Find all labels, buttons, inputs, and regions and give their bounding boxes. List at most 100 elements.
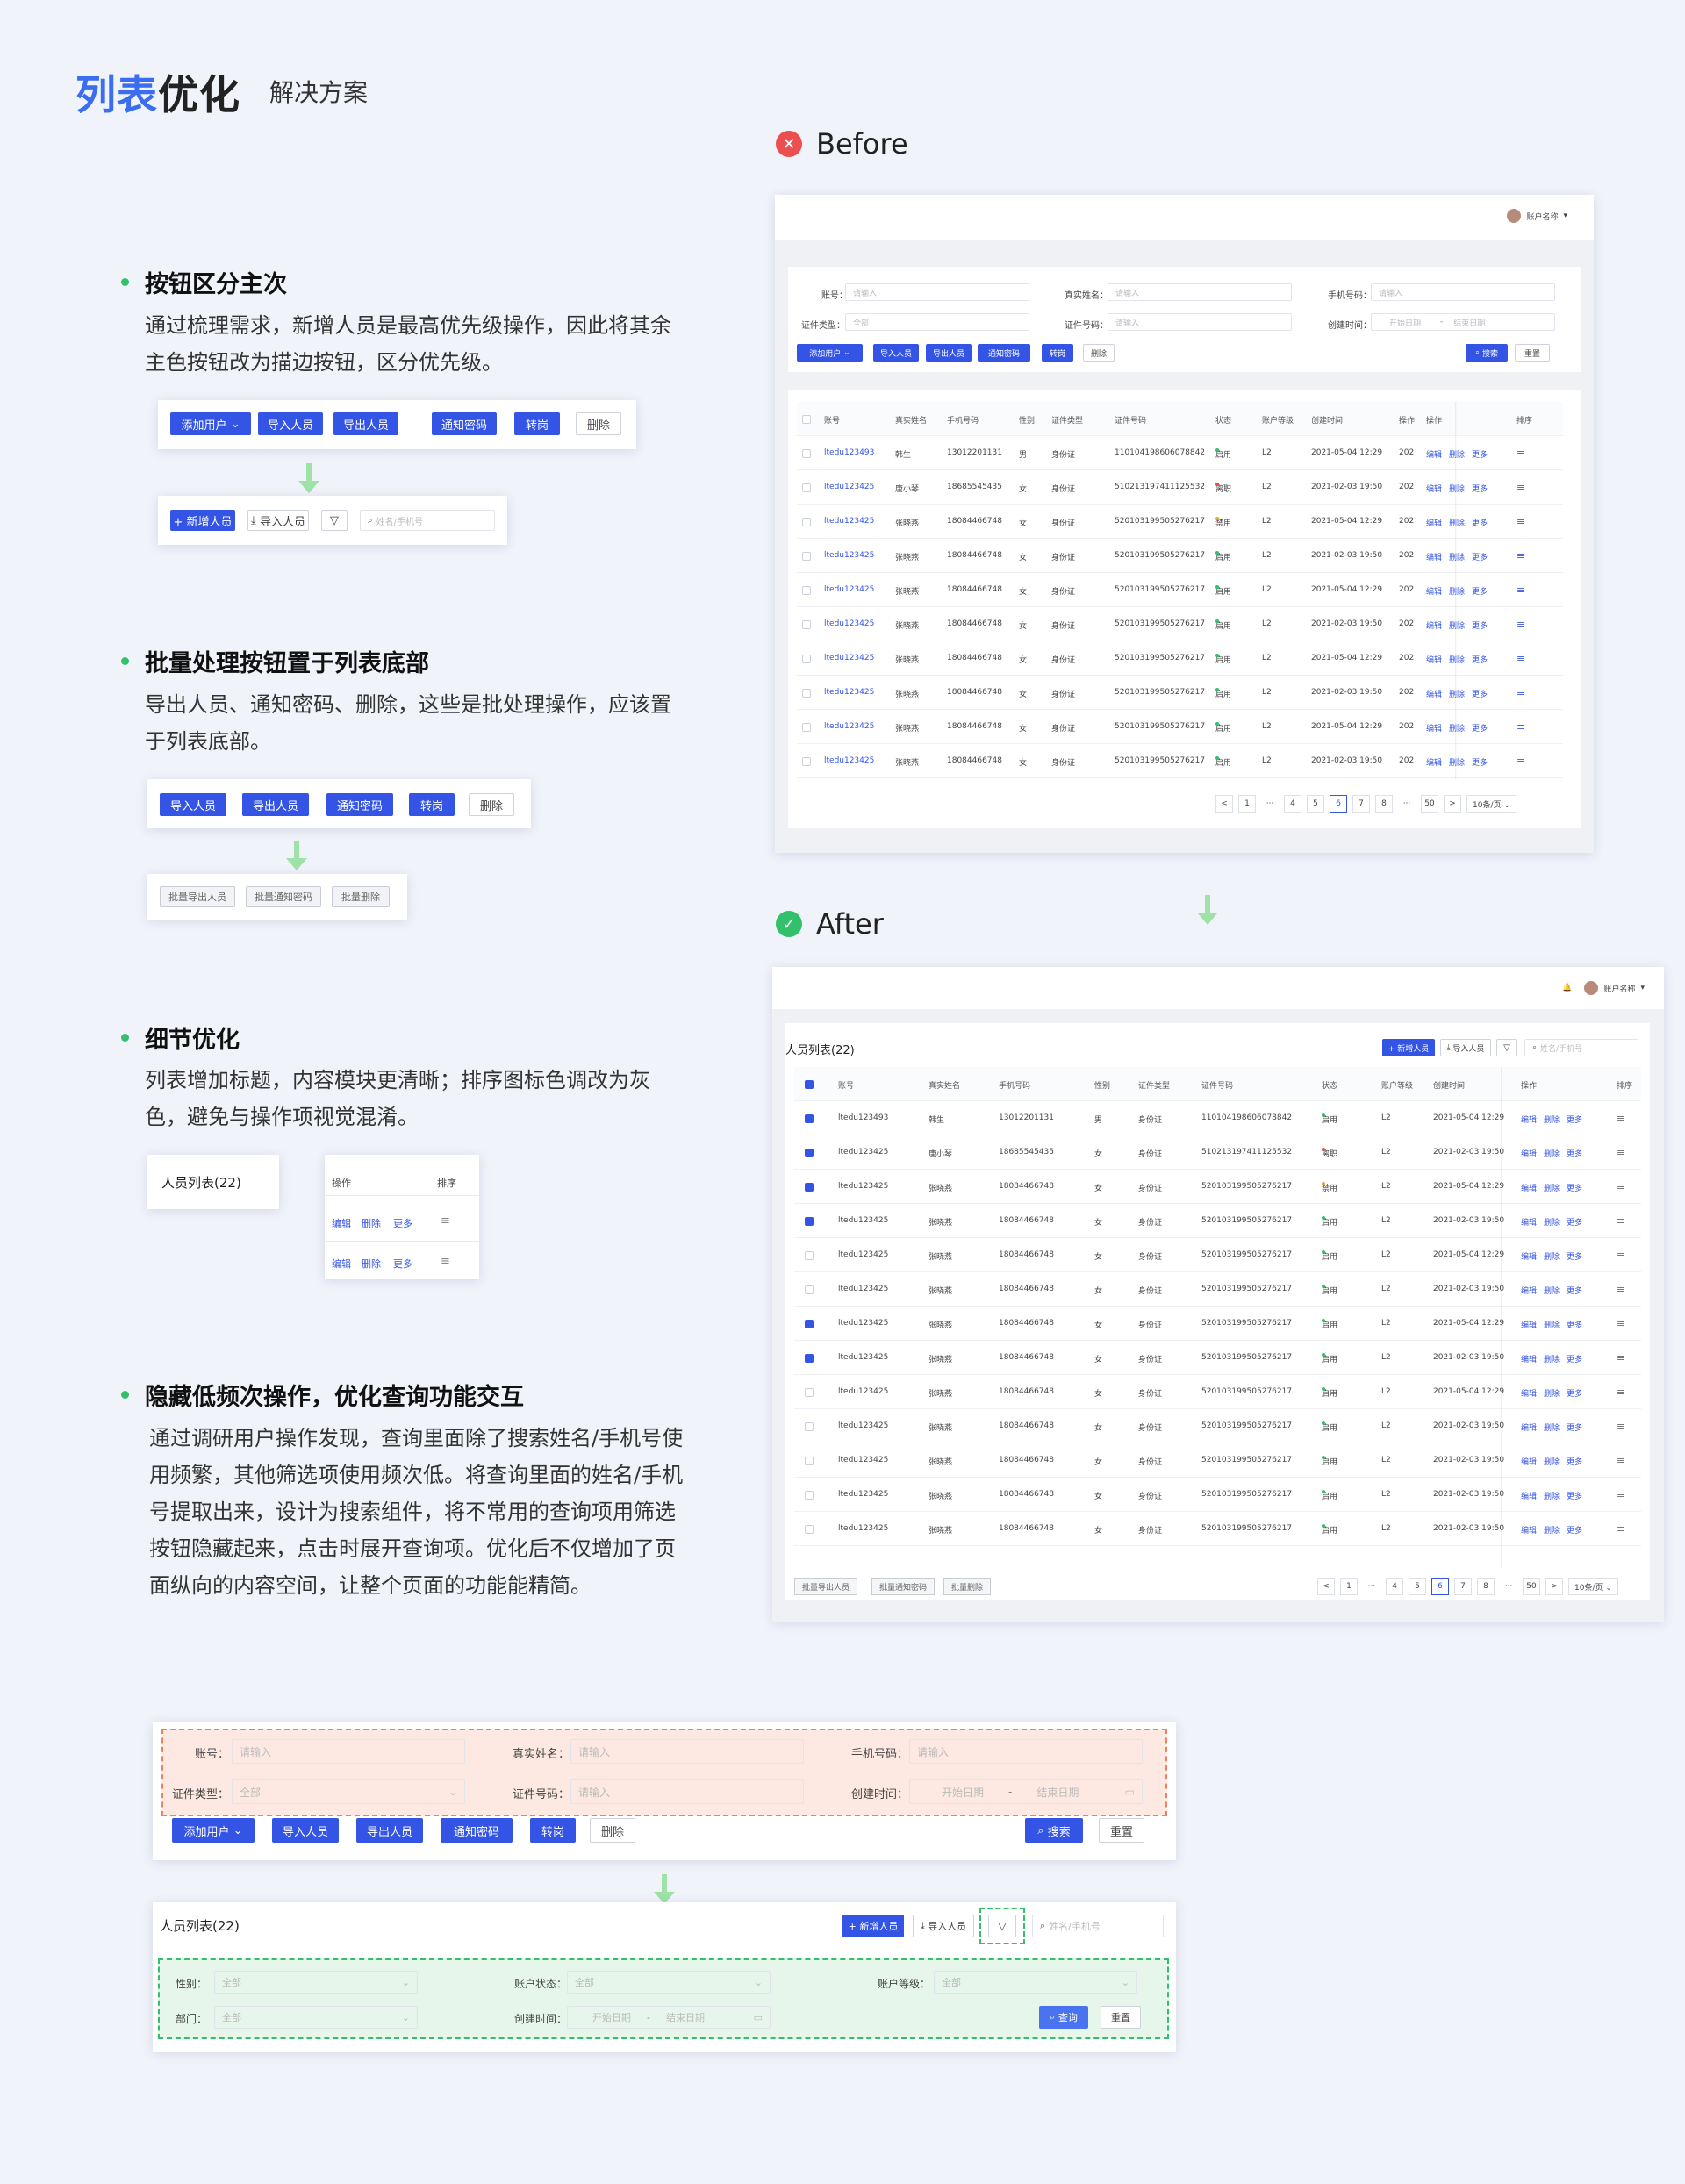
sort-handle-icon[interactable]: ≡ [1617, 1455, 1624, 1466]
add-user-button[interactable]: 添加用户 ⌄ [797, 344, 863, 362]
sort-handle-icon[interactable]: ≡ [441, 1255, 450, 1268]
export-button[interactable]: 导出人员 [926, 344, 972, 362]
sort-handle-icon[interactable]: ≡ [1516, 550, 1524, 562]
account-cell[interactable]: ltedu123493 [824, 448, 874, 457]
sort-handle-icon[interactable]: ≡ [1516, 653, 1524, 664]
real-name-input[interactable]: 请输入 [570, 1739, 804, 1764]
row-checkbox[interactable] [805, 1456, 814, 1465]
reset-button[interactable]: 重置 [1099, 1818, 1144, 1843]
gender-select[interactable]: 全部 ⌄ [214, 1971, 418, 1994]
delete-link[interactable]: 删除 [362, 1216, 381, 1230]
edit-link[interactable]: 编辑 [1521, 1390, 1537, 1399]
id-type-select[interactable]: 全部 ⌄ [232, 1779, 465, 1804]
more-link[interactable]: 更多 [1472, 451, 1488, 460]
delete-link[interactable]: 删除 [1449, 485, 1465, 494]
row-checkbox[interactable] [805, 1113, 814, 1123]
sort-handle-icon[interactable]: ≡ [1617, 1386, 1624, 1398]
delete-link[interactable]: 删除 [1544, 1356, 1560, 1364]
more-link[interactable]: 更多 [1567, 1185, 1582, 1193]
query-button[interactable]: ⌕ 查询 [1039, 2006, 1088, 2029]
row-checkbox[interactable] [805, 1319, 814, 1328]
more-link[interactable]: 更多 [1472, 554, 1488, 562]
sort-handle-icon[interactable]: ≡ [441, 1214, 450, 1228]
row-checkbox[interactable] [802, 619, 811, 629]
page-item[interactable]: 50 [1523, 1578, 1540, 1595]
account-cell[interactable]: ltedu123425 [824, 483, 874, 491]
import-button[interactable]: 导入人员 [258, 412, 323, 435]
sort-handle-icon[interactable]: ≡ [1617, 1181, 1624, 1192]
batch-export-button[interactable]: 批量导出人员 [160, 886, 235, 907]
new-person-button[interactable]: + 新增人员 [1382, 1039, 1435, 1056]
delete-link[interactable]: 删除 [1449, 656, 1465, 665]
batch-notify-button[interactable]: 批量通知密码 [871, 1578, 936, 1595]
reset-button[interactable]: 重置 [1101, 2006, 1141, 2029]
more-link[interactable]: 更多 [1567, 1253, 1582, 1262]
import-button[interactable]: 导入人员 [873, 344, 919, 362]
import-outline-button[interactable]: ⤓ 导入人员 [1440, 1039, 1491, 1056]
page-item[interactable]: 6 [1330, 795, 1347, 813]
delete-link[interactable]: 删除 [1449, 451, 1465, 460]
edit-link[interactable]: 编辑 [1426, 554, 1442, 562]
more-link[interactable]: 更多 [1472, 588, 1488, 597]
account-cell[interactable]: ltedu123425 [824, 517, 874, 526]
page-item[interactable]: 1 [1238, 795, 1256, 813]
search-input[interactable]: ⌕ 姓名/手机号 [360, 510, 495, 531]
row-checkbox[interactable] [805, 1148, 814, 1157]
delete-link[interactable]: 删除 [1449, 691, 1465, 699]
account-cell[interactable]: ltedu123425 [824, 654, 874, 662]
search-button[interactable]: ⌕ 搜索 [1466, 344, 1508, 362]
more-link[interactable]: 更多 [1567, 1321, 1582, 1330]
select-all-checkbox[interactable] [802, 414, 811, 424]
sort-handle-icon[interactable]: ≡ [1516, 516, 1524, 527]
sort-handle-icon[interactable]: ≡ [1516, 448, 1524, 459]
sort-handle-icon[interactable]: ≡ [1617, 1250, 1624, 1261]
more-link[interactable]: 更多 [1567, 1390, 1582, 1399]
phone-input[interactable]: 请输入 [1371, 283, 1555, 301]
page-item[interactable]: 7 [1352, 795, 1370, 813]
edit-link[interactable]: 编辑 [332, 1216, 351, 1230]
more-link[interactable]: 更多 [1567, 1150, 1582, 1159]
edit-link[interactable]: 编辑 [1521, 1116, 1537, 1125]
edit-link[interactable]: 编辑 [1426, 656, 1442, 665]
edit-link[interactable]: 编辑 [1521, 1150, 1537, 1159]
transfer-button[interactable]: 转岗 [514, 412, 560, 435]
batch-delete-button[interactable]: 批量删除 [943, 1578, 992, 1595]
delete-link[interactable]: 删除 [1449, 725, 1465, 734]
batch-notify-button[interactable]: 批量通知密码 [246, 886, 321, 907]
delete-link[interactable]: 删除 [1544, 1287, 1560, 1296]
row-checkbox[interactable] [802, 688, 811, 698]
edit-link[interactable]: 编辑 [1426, 725, 1442, 734]
account-input[interactable]: 请输入 [845, 283, 1029, 301]
delete-link[interactable]: 删除 [1544, 1150, 1560, 1159]
notify-button[interactable]: 通知密码 [978, 344, 1030, 362]
search-input[interactable]: ⌕ 姓名/手机号 [1032, 1915, 1164, 1937]
account-cell[interactable]: ltedu123425 [824, 551, 874, 560]
more-link[interactable]: 更多 [1567, 1424, 1582, 1433]
notify-button[interactable]: 通知密码 [441, 1818, 513, 1843]
more-link[interactable]: 更多 [1472, 759, 1488, 768]
phone-input[interactable]: 请输入 [909, 1739, 1143, 1764]
date-range-input[interactable]: 开始日期 - 结束日期 [1371, 313, 1555, 331]
page-item[interactable]: 4 [1284, 795, 1301, 813]
export-button[interactable]: 导出人员 [242, 793, 309, 816]
row-checkbox[interactable] [805, 1285, 814, 1294]
delete-link[interactable]: 删除 [1544, 1527, 1560, 1536]
delete-link[interactable]: 删除 [1544, 1458, 1560, 1467]
edit-link[interactable]: 编辑 [332, 1257, 351, 1271]
account-menu[interactable]: 🔔 账户名称 ▾ [1562, 981, 1645, 995]
page-size-select[interactable]: 10条/页 ⌄ [1568, 1578, 1618, 1595]
add-user-button[interactable]: 添加用户 ⌄ [172, 1818, 255, 1843]
page-item[interactable]: 7 [1454, 1578, 1472, 1595]
row-checkbox[interactable] [802, 551, 811, 561]
edit-link[interactable]: 编辑 [1521, 1527, 1537, 1536]
delete-link[interactable]: 删除 [1449, 519, 1465, 528]
notify-button[interactable]: 通知密码 [326, 793, 393, 816]
edit-link[interactable]: 编辑 [1426, 519, 1442, 528]
edit-link[interactable]: 编辑 [1521, 1424, 1537, 1433]
transfer-button[interactable]: 转岗 [409, 793, 455, 816]
page-item[interactable]: 50 [1421, 795, 1438, 813]
id-no-input[interactable]: 请输入 [570, 1779, 804, 1804]
more-link[interactable]: 更多 [1472, 519, 1488, 528]
more-link[interactable]: 更多 [1567, 1287, 1582, 1296]
edit-link[interactable]: 编辑 [1521, 1321, 1537, 1330]
